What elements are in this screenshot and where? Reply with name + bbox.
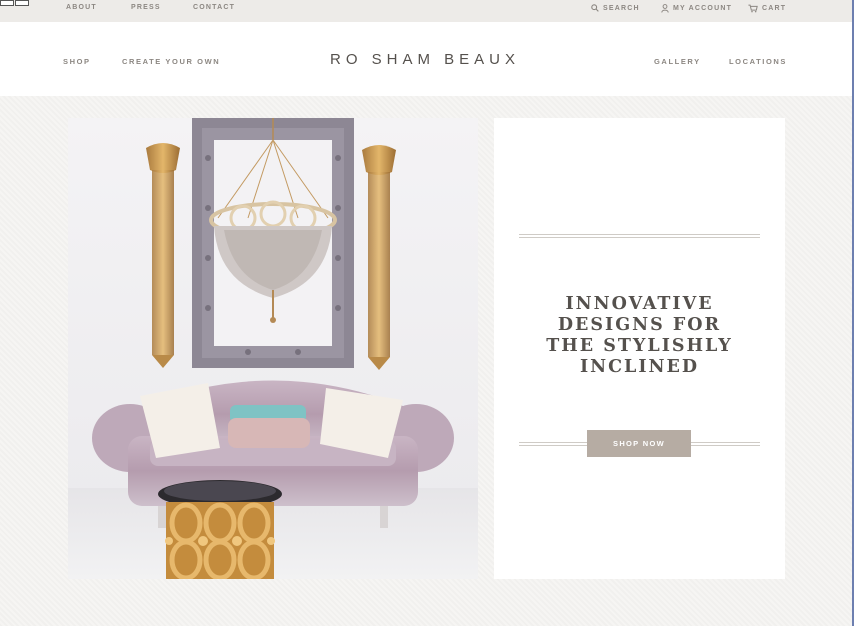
cta-divider-left bbox=[519, 442, 587, 446]
my-account-link[interactable]: MY ACCOUNT bbox=[661, 4, 732, 13]
cart-icon bbox=[748, 4, 758, 13]
hero-image bbox=[68, 118, 478, 579]
search-label: SEARCH bbox=[603, 4, 640, 12]
headline-line-3: THE STYLISHLY bbox=[546, 336, 733, 356]
headline-line-2: DESIGNS FOR bbox=[557, 315, 722, 335]
user-icon bbox=[661, 4, 669, 13]
nav-create-your-own[interactable]: CREATE YOUR OWN bbox=[122, 57, 220, 66]
contact-link[interactable]: CONTACT bbox=[193, 4, 235, 11]
search-link[interactable]: SEARCH bbox=[591, 4, 640, 12]
interior-photo-icon bbox=[68, 118, 478, 579]
main-header: SHOP CREATE YOUR OWN RO SHAM BEAUX GALLE… bbox=[0, 22, 852, 96]
site-logo[interactable]: RO SHAM BEAUX bbox=[300, 51, 550, 68]
promo-panel: INNOVATIVE DESIGNS FOR THE STYLISHLY INC… bbox=[494, 118, 785, 579]
mini-icon-1 bbox=[0, 0, 14, 6]
utility-bar: ABOUT PRESS CONTACT SEARCH MY ACCOUNT CA… bbox=[0, 0, 852, 22]
my-account-label: MY ACCOUNT bbox=[673, 5, 733, 12]
cta-divider-right bbox=[691, 442, 760, 446]
nav-gallery[interactable]: GALLERY bbox=[654, 57, 701, 66]
about-link[interactable]: ABOUT bbox=[66, 4, 97, 11]
mini-icon-2 bbox=[15, 0, 29, 6]
search-icon bbox=[591, 4, 599, 12]
nav-locations[interactable]: LOCATIONS bbox=[729, 57, 787, 66]
cart-link[interactable]: CART bbox=[748, 4, 786, 13]
cart-label: CART bbox=[762, 5, 787, 12]
nav-shop[interactable]: SHOP bbox=[63, 57, 91, 66]
top-divider bbox=[519, 234, 760, 238]
browser-mini-icons bbox=[0, 0, 29, 6]
headline-line-4: INCLINED bbox=[579, 357, 700, 377]
hero-headline: INNOVATIVE DESIGNS FOR THE STYLISHLY INC… bbox=[494, 294, 785, 378]
press-link[interactable]: PRESS bbox=[131, 4, 161, 11]
shop-now-button[interactable]: SHOP NOW bbox=[587, 430, 691, 457]
headline-line-1: INNOVATIVE bbox=[565, 294, 714, 314]
